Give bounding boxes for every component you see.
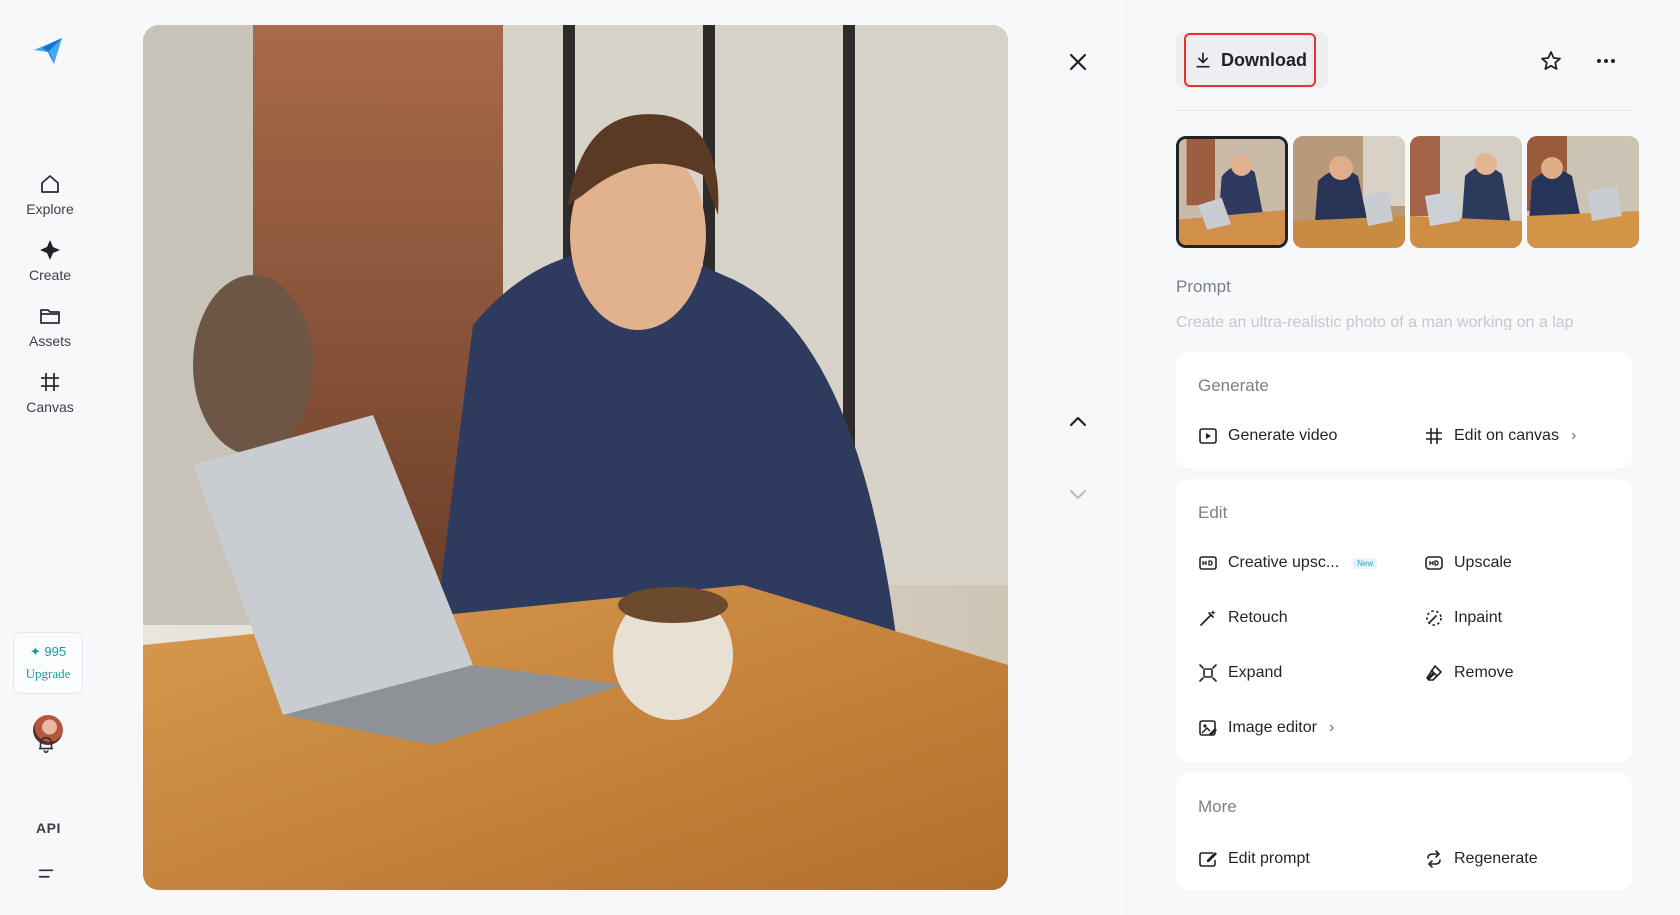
chevron-right-icon: › (1328, 719, 1335, 736)
remove-button[interactable]: Remove (1424, 663, 1514, 683)
image-editor-button[interactable]: Image editor › (1198, 718, 1334, 738)
download-icon (1196, 52, 1210, 68)
download-button[interactable]: Download (1184, 33, 1316, 87)
canvas-icon (41, 373, 59, 391)
credits-amount: ✦ 995 (29, 644, 67, 659)
menu-icon[interactable] (34, 862, 58, 886)
thumbnail-4[interactable] (1527, 136, 1639, 248)
inpaint-icon (1426, 610, 1442, 626)
thumbnail-1[interactable] (1176, 136, 1288, 248)
download-label: Download (1221, 49, 1307, 70)
edit-prompt-icon (1199, 852, 1217, 867)
previous-image-button[interactable] (1062, 406, 1094, 438)
close-icon (1069, 53, 1087, 71)
magic-wand-icon (1200, 610, 1216, 626)
edit-on-canvas-button[interactable]: Edit on canvas › (1424, 426, 1576, 446)
retouch-button[interactable]: Retouch (1198, 608, 1288, 628)
credits-upgrade-box[interactable]: ✦ 995 Upgrade (13, 632, 83, 694)
panel-divider (1126, 0, 1127, 915)
sidebar-item-label: Create (28, 267, 72, 283)
expand-button[interactable]: Expand (1198, 663, 1282, 683)
paper-plane-logo-icon[interactable] (30, 32, 66, 68)
edit-title: Edit (1198, 503, 1228, 522)
sidebar-item-label: Assets (28, 333, 71, 349)
hd-icon (1425, 556, 1443, 570)
image-edit-icon (1199, 720, 1217, 736)
sidebar: Explore Create Assets Canvas ✦ 995 Upgra… (0, 0, 100, 915)
prompt-text: Create an ultra-realistic photo of a man… (1176, 314, 1574, 330)
action-label: Regenerate (1454, 850, 1538, 867)
action-label: Edit prompt (1228, 850, 1310, 867)
sidebar-item-create[interactable]: Create (0, 238, 100, 283)
more-card: More Edit prompt Regenerate (1176, 773, 1632, 890)
generate-video-button[interactable]: Generate video (1198, 426, 1337, 446)
action-label: Generate video (1228, 427, 1338, 444)
action-label: Remove (1454, 664, 1514, 681)
generate-card: Generate Generate video Edit on canvas › (1176, 352, 1632, 468)
edit-prompt-button[interactable]: Edit prompt (1198, 849, 1310, 869)
thumbnail-2[interactable] (1293, 136, 1405, 248)
action-label: Edit on canvas (1454, 427, 1559, 444)
generate-title: Generate (1198, 376, 1269, 395)
more-options-button[interactable] (1590, 45, 1622, 77)
action-label: Expand (1228, 664, 1283, 681)
sidebar-item-label: Explore (26, 201, 74, 217)
favorite-button[interactable] (1535, 45, 1567, 77)
hd-plus-icon (1199, 556, 1217, 570)
chevron-up-icon (1069, 416, 1087, 427)
header-divider (1176, 110, 1632, 111)
canvas-icon (1426, 428, 1442, 444)
sidebar-item-explore[interactable]: Explore (0, 172, 100, 217)
thumbnail-3[interactable] (1410, 136, 1522, 248)
chevron-right-icon: › (1570, 427, 1577, 444)
ellipsis-icon (1597, 59, 1615, 63)
star-icon (1541, 51, 1561, 70)
upscale-button[interactable]: Upscale (1424, 553, 1512, 573)
action-label: Inpaint (1454, 609, 1503, 626)
chevron-down-icon (1070, 490, 1086, 499)
bell-icon[interactable] (34, 732, 58, 756)
folder-icon (40, 309, 60, 324)
expand-icon (1199, 664, 1217, 682)
eraser-icon (1426, 665, 1442, 681)
edit-card: Edit Creative upsc... New Upscale Retouc… (1176, 479, 1632, 762)
new-badge: New (1353, 557, 1378, 569)
action-label: Image editor (1228, 719, 1317, 736)
regenerate-icon (1427, 850, 1441, 868)
home-icon (41, 175, 59, 193)
upgrade-link[interactable]: Upgrade (26, 666, 71, 682)
sparkle-icon (40, 240, 60, 260)
generated-image (143, 25, 1008, 890)
prompt-label: Prompt (1176, 277, 1231, 296)
api-link[interactable]: API (36, 820, 61, 836)
sidebar-item-assets[interactable]: Assets (0, 304, 100, 349)
play-icon (1199, 428, 1217, 444)
action-label: Creative upsc... (1228, 554, 1340, 571)
regenerate-button[interactable]: Regenerate (1424, 849, 1538, 869)
sidebar-item-canvas[interactable]: Canvas (0, 370, 100, 415)
action-label: Upscale (1454, 554, 1512, 571)
inpaint-button[interactable]: Inpaint (1424, 608, 1502, 628)
creative-upscale-button[interactable]: Creative upsc... New (1198, 553, 1378, 573)
close-button[interactable] (1062, 46, 1094, 78)
action-label: Retouch (1228, 609, 1288, 626)
next-image-button[interactable] (1062, 478, 1094, 510)
sidebar-item-label: Canvas (26, 399, 74, 415)
more-title: More (1198, 797, 1237, 816)
